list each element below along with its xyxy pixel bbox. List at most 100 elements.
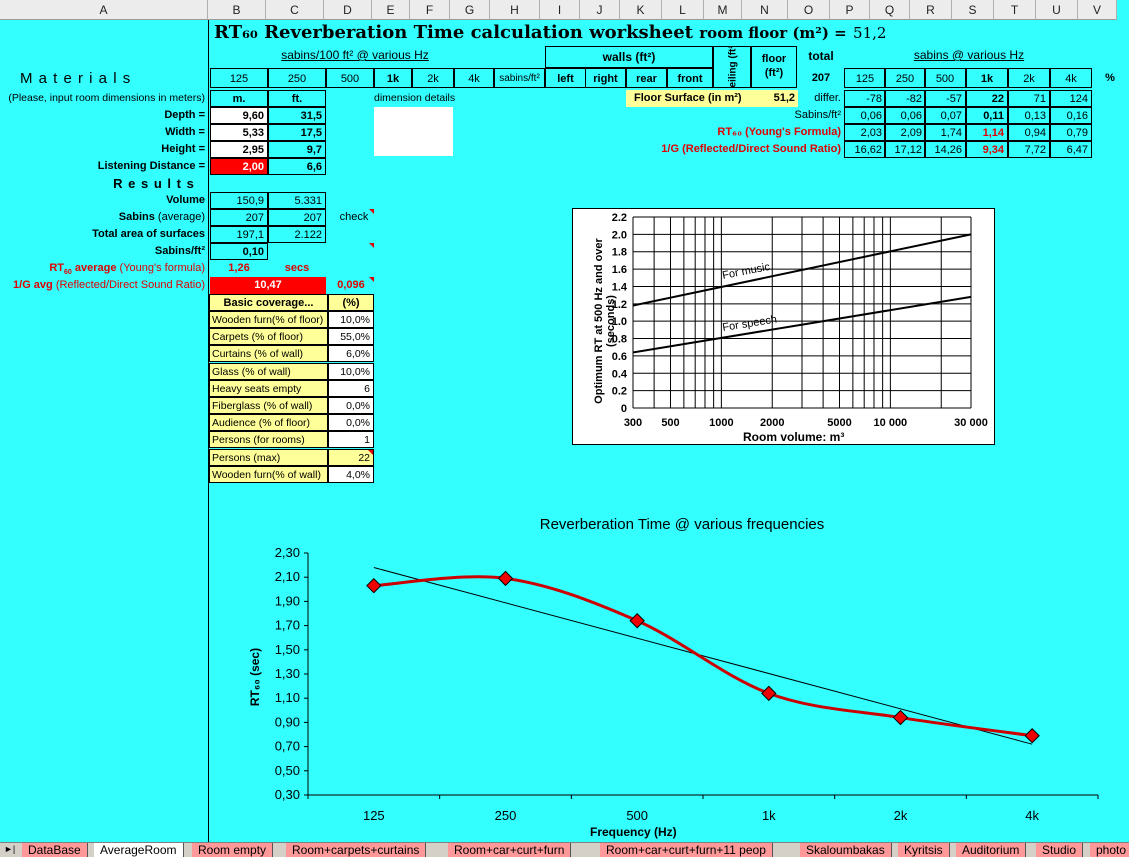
dimension-input-m-0[interactable]: 9,60 <box>210 107 268 124</box>
right-cell-3-3: 9,34 <box>966 141 1008 158</box>
coverage-label-2: Curtains (% of wall) <box>209 345 328 363</box>
right-cell-0-3: 22 <box>966 90 1008 107</box>
coverage-input-1[interactable]: 55,0% <box>328 328 374 346</box>
coverage-input-7[interactable]: 1 <box>328 431 374 449</box>
column-header-l[interactable]: L <box>662 0 704 20</box>
column-header-s[interactable]: S <box>952 0 994 20</box>
column-header-c[interactable]: C <box>266 0 324 20</box>
right-cell-2-2: 1,74 <box>924 124 966 141</box>
sheet-tab-2[interactable]: Room empty <box>192 843 274 857</box>
floor-surface-label: Floor Surface (in m²) <box>634 92 742 104</box>
right-cell-2-1: 2,09 <box>884 124 926 141</box>
column-header-v[interactable]: V <box>1078 0 1117 20</box>
sheet-tab-7[interactable]: Kyritsis <box>898 843 950 857</box>
coverage-input-4[interactable]: 6 <box>328 379 374 397</box>
column-header-o[interactable]: O <box>788 0 830 20</box>
sheet-tab-0[interactable]: DataBase <box>22 843 88 857</box>
sabins-ft2-note[interactable] <box>334 243 374 260</box>
sheet-tab-9[interactable]: Studio <box>1036 843 1084 857</box>
title-main: RT₆₀ Reverberation Time calculation work… <box>214 22 693 43</box>
sheet-tab-10[interactable]: photo <box>1090 843 1129 857</box>
right-cell-1-5: 0,16 <box>1050 107 1092 124</box>
right-cell-0-1: -82 <box>884 90 926 107</box>
sheet-tab-1[interactable]: AverageRoom <box>94 843 184 857</box>
dimensions-note: (Please, input room dimensions in meters… <box>8 92 205 104</box>
sheet-tab-8[interactable]: Auditorium <box>956 843 1027 857</box>
dimension-details-label: dimension details <box>374 92 456 104</box>
column-header-q[interactable]: Q <box>870 0 910 20</box>
chart-ytick-1: 2,10 <box>275 569 300 584</box>
coverage-input-3[interactable]: 10,0% <box>328 362 374 380</box>
tab-scroll-icon[interactable]: ►| <box>4 844 15 854</box>
right-row-label-1: Sabins/ft² <box>794 109 841 121</box>
rt60-avg-unit: secs <box>284 262 310 274</box>
opt-xtick-0: 300 <box>624 417 642 429</box>
opt-xtick-3: 2000 <box>760 417 784 429</box>
opt-xtick-4: 5000 <box>827 417 851 429</box>
right-cell-1-2: 0,07 <box>924 107 966 124</box>
right-cell-0-5: 124 <box>1050 90 1092 107</box>
coverage-label-0: Wooden furn(% of floor) <box>209 311 328 328</box>
column-header-b[interactable]: B <box>208 0 266 20</box>
column-header-n[interactable]: N <box>742 0 788 20</box>
chart-point-0 <box>366 577 382 594</box>
column-header-i[interactable]: I <box>540 0 580 20</box>
sabins-avg-label: Sabins (average) <box>118 211 205 223</box>
ceiling-header: ceiling (ft²) <box>713 46 751 88</box>
freq-header-2k: 2k <box>412 68 454 88</box>
column-header-d[interactable]: D <box>324 0 372 20</box>
column-header-t[interactable]: T <box>994 0 1036 20</box>
right-freq-header-4k: 4k <box>1050 68 1092 88</box>
sabins-avg-ft: 207 <box>268 209 326 226</box>
sheet-tab-5[interactable]: Room+car+curt+furn+11 peop <box>600 843 773 857</box>
coverage-label-3: Glass (% of wall) <box>209 362 328 380</box>
wall-header-rear: rear <box>626 68 667 88</box>
right-freq-header-2k: 2k <box>1008 68 1050 88</box>
column-header-j[interactable]: J <box>580 0 620 20</box>
total-header: total <box>808 49 834 63</box>
wall-header-right: right <box>585 68 626 88</box>
sheet-tab-6[interactable]: Skaloumbakas <box>800 843 892 857</box>
right-freq-header-1k: 1k <box>966 68 1008 88</box>
check-note[interactable]: check <box>334 209 374 226</box>
column-header-p[interactable]: P <box>830 0 870 20</box>
column-header-h[interactable]: H <box>490 0 540 20</box>
column-header-m[interactable]: M <box>704 0 742 20</box>
coverage-label-4: Heavy seats empty <box>209 379 328 397</box>
column-header-u[interactable]: U <box>1036 0 1078 20</box>
floor-header: floor (ft²) <box>751 46 797 88</box>
right-cell-3-1: 17,12 <box>884 141 926 158</box>
chart-point-4 <box>892 709 909 726</box>
coverage-input-6[interactable]: 0,0% <box>328 414 374 432</box>
coverage-input-8[interactable]: 22 <box>328 448 374 466</box>
rt-chart-svg: 2,30 2,10 1,90 1,70 1,50 1,30 1,10 0,90 0,70 0,50… <box>275 545 1099 823</box>
coverage-input-9[interactable]: 4,0% <box>328 465 374 483</box>
coverage-input-2[interactable]: 6,0% <box>328 345 374 363</box>
chart-xtick-4: 2k <box>894 808 908 823</box>
sheet-tab-bar: ►| DataBase AverageRoom Room empty Room+car… <box>0 842 1129 857</box>
right-cell-2-3: 1,14 <box>966 124 1008 141</box>
dimension-input-m-3[interactable]: 2,00 <box>210 158 268 175</box>
dimension-input-m-2[interactable]: 2,95 <box>210 141 268 158</box>
sheet-tab-4[interactable]: Room+car+curt+furn <box>448 843 572 857</box>
right-cell-2-4: 0,94 <box>1008 124 1050 141</box>
unit-m-header: m. <box>210 90 268 107</box>
sheet-tab-3[interactable]: Room+carpets+curtains <box>286 843 427 857</box>
sabins-various-header: sabins @ various Hz <box>913 48 1025 62</box>
opt-xtick-2: 1000 <box>709 417 733 429</box>
chart-ytick-8: 0,70 <box>275 739 300 754</box>
column-header-g[interactable]: G <box>450 0 490 20</box>
dimension-ft-0: 31,5 <box>268 107 326 124</box>
column-header-e[interactable]: E <box>372 0 410 20</box>
total-area-ft: 2.122 <box>268 226 326 243</box>
chart-point-5 <box>1024 728 1040 744</box>
opt-xtick-5: 10 000 <box>874 417 908 429</box>
coverage-input-5[interactable]: 0,0% <box>328 397 374 414</box>
column-header-f[interactable]: F <box>410 0 450 20</box>
column-header-k[interactable]: K <box>620 0 662 20</box>
dimension-input-m-1[interactable]: 5,33 <box>210 124 268 141</box>
coverage-input-0[interactable]: 10,0% <box>328 311 374 328</box>
dimension-details-box[interactable] <box>374 107 453 156</box>
column-header-a[interactable]: A <box>0 0 208 20</box>
column-header-r[interactable]: R <box>910 0 952 20</box>
